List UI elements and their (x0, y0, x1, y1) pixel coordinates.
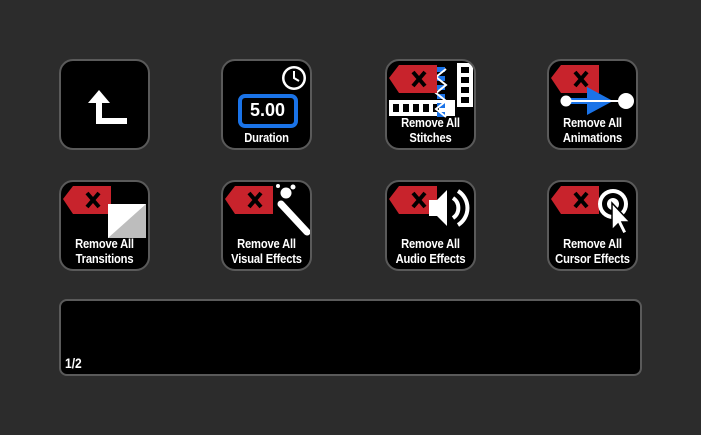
touch-strip[interactable]: 1/2 (59, 299, 642, 376)
remove-all-audio-effects-button[interactable]: Remove All Audio Effects (385, 180, 476, 271)
remove-all-visual-effects-label: Remove All Visual Effects (231, 236, 302, 266)
remove-all-visual-effects-button[interactable]: Remove All Visual Effects (221, 180, 312, 271)
remove-all-audio-effects-label: Remove All Audio Effects (395, 236, 466, 266)
remove-badge-icon (63, 186, 111, 214)
remove-badge-icon (225, 186, 273, 214)
remove-badge-icon (551, 186, 599, 214)
remove-all-cursor-effects-label: Remove All Cursor Effects (555, 236, 630, 266)
duration-label: Duration (244, 130, 289, 145)
cursor-click-icon (598, 189, 632, 236)
page-indicator: 1/2 (65, 355, 82, 371)
duration-value: 5.00 (249, 100, 286, 120)
remove-all-animations-label: Remove All Animations (562, 115, 623, 145)
remove-badge-icon (389, 65, 437, 93)
remove-all-transitions-label: Remove All Transitions (75, 236, 134, 266)
duration-button[interactable]: 5.00 Duration (221, 59, 312, 150)
remove-badge-icon (551, 65, 599, 93)
remove-all-stitches-label: Remove All Stitches (401, 115, 460, 145)
clock-icon (280, 64, 308, 92)
remove-all-transitions-button[interactable]: Remove All Transitions (59, 180, 150, 271)
remove-all-stitches-button[interactable]: Remove All Stitches (385, 59, 476, 150)
remove-all-cursor-effects-button[interactable]: Remove All Cursor Effects (547, 180, 638, 271)
transition-icon (108, 204, 146, 238)
return-arrow-icon (88, 90, 127, 124)
remove-all-animations-button[interactable]: Remove All Animations (547, 59, 638, 150)
magic-wand-icon (276, 184, 310, 236)
back-button[interactable] (59, 59, 150, 150)
